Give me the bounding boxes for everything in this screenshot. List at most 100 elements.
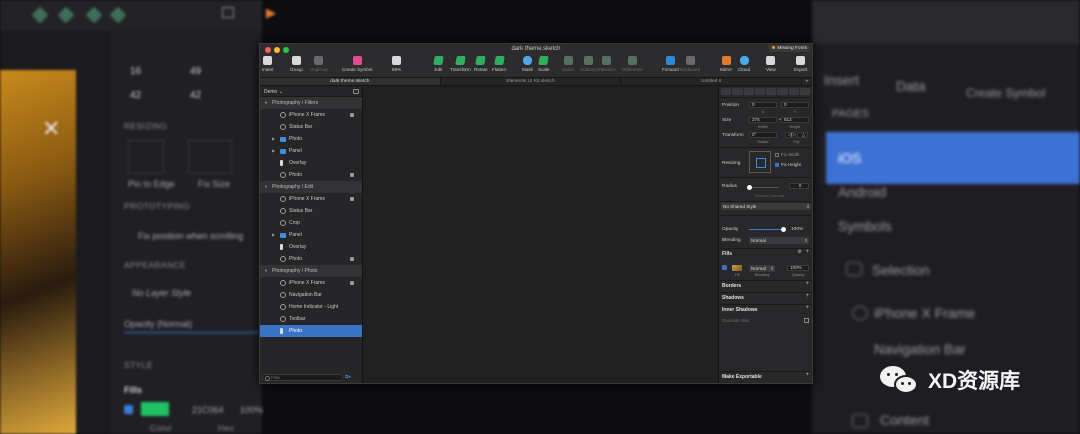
layer-row[interactable]: Navigation Bar	[260, 289, 362, 301]
layer-row[interactable]: Photo	[260, 253, 362, 265]
radius-field[interactable]: 0	[789, 183, 809, 189]
toolbar-export-button[interactable]: Export	[794, 56, 807, 72]
missing-fonts-button[interactable]: Missing Fonts	[769, 45, 810, 52]
align-middle-icon[interactable]	[766, 88, 777, 95]
toolbar-rotate-button[interactable]: Rotate	[474, 56, 488, 72]
position-y-field[interactable]: 0	[781, 102, 809, 108]
align-top-icon[interactable]	[754, 88, 765, 95]
toolbar-edit-button[interactable]: Edit	[433, 56, 444, 72]
add-shadow-button[interactable]: +	[805, 293, 809, 299]
fill-opacity-field[interactable]: 100%	[787, 265, 809, 271]
new-tab-button[interactable]: +	[802, 78, 812, 85]
toolbar-mirror-button[interactable]: Mirror	[720, 56, 732, 72]
layer-row[interactable]: Home Indicator - Light	[260, 301, 362, 313]
page-selector[interactable]: Demo ⌄	[260, 87, 362, 97]
toolbar-scale-button[interactable]: Scale	[538, 56, 550, 72]
align-right-icon[interactable]	[743, 88, 754, 95]
filter-options-icon[interactable]: ⧉⁄▸	[345, 374, 361, 380]
layer-row[interactable]: ▶ Panel	[260, 145, 362, 157]
disclosure-icon[interactable]: ▶	[272, 145, 275, 157]
fill-settings-icon[interactable]: ⚙	[798, 249, 802, 255]
align-left-icon[interactable]	[721, 88, 732, 95]
rotate-field[interactable]: 0°	[749, 132, 777, 138]
add-border-button[interactable]: +	[805, 281, 809, 287]
fill-swatch[interactable]	[732, 265, 742, 271]
position-x-field[interactable]: 0	[749, 102, 777, 108]
toolbar-backward-button[interactable]: Backward	[680, 56, 700, 72]
disclosure-icon[interactable]: ▶	[272, 229, 275, 241]
blending-dropdown[interactable]: Normal	[749, 237, 809, 244]
layer-row[interactable]: Photo	[260, 325, 362, 337]
layer-row[interactable]: iPhone X Frame	[260, 109, 362, 121]
artboard-row[interactable]: ▼ Photography / Photo	[260, 265, 362, 277]
fix-height-checkbox[interactable]	[775, 163, 779, 167]
layer-row[interactable]: Photo	[260, 169, 362, 181]
distribute-v-icon[interactable]	[799, 88, 810, 95]
flip-v-icon[interactable]: △	[797, 132, 808, 138]
layer-row[interactable]: Crop	[260, 217, 362, 229]
artboard-row[interactable]: ▼ Photography / Filters	[260, 97, 362, 109]
align-bottom-icon[interactable]	[777, 88, 788, 95]
lock-icon[interactable]	[350, 113, 354, 117]
disclosure-icon[interactable]: ▶	[272, 133, 275, 145]
toolbar-mask-button[interactable]: Mask	[522, 56, 533, 72]
lock-icon[interactable]	[350, 257, 354, 261]
distribute-h-icon[interactable]	[788, 88, 799, 95]
smooth-corners[interactable]: Smooth Corners	[755, 193, 784, 198]
layer-row[interactable]: iPhone X Frame	[260, 193, 362, 205]
toolbar-subtract-button[interactable]: Subtract	[580, 56, 597, 72]
artboard-row[interactable]: ▼ Photography / Edit	[260, 181, 362, 193]
toolbar-flatten-button[interactable]: Flatten	[492, 56, 506, 72]
disclosure-icon[interactable]: ▼	[264, 181, 268, 193]
layer-list: ▼ Photography / Filters iPhone X Frame Stat…	[260, 97, 362, 337]
layer-row[interactable]: Overlay	[260, 157, 362, 169]
toolbar-group-button[interactable]: Group	[290, 56, 303, 72]
toolbar-intersect-button[interactable]: Intersect	[598, 56, 616, 72]
canvas[interactable]	[364, 87, 717, 383]
toolbar-cloud-button[interactable]: Cloud	[738, 56, 750, 72]
layer-row[interactable]: Toolbar	[260, 313, 362, 325]
fix-width-checkbox[interactable]	[775, 153, 779, 157]
layer-row[interactable]: ▶ Photo	[260, 133, 362, 145]
lock-icon[interactable]	[350, 173, 354, 177]
resizing-control[interactable]	[749, 151, 771, 173]
lock-icon[interactable]	[350, 281, 354, 285]
layer-row[interactable]: iPhone X Frame	[260, 277, 362, 289]
disclosure-icon[interactable]: ▼	[264, 97, 268, 109]
toolbar-symbol-button[interactable]: Create Symbol	[342, 56, 372, 72]
toolbar-transform-button[interactable]: Transform	[450, 56, 471, 72]
toolbar-difference-button[interactable]: Difference	[622, 56, 643, 72]
layer-row[interactable]: Status Bar	[260, 205, 362, 217]
fill-checkbox[interactable]	[722, 265, 727, 270]
lock-icon[interactable]	[350, 197, 354, 201]
layer-row[interactable]: ▶ Panel	[260, 229, 362, 241]
toolbar-view-button[interactable]: View	[766, 56, 776, 72]
radius-slider[interactable]	[747, 185, 779, 190]
document-tab[interactable]: dark theme.sketch	[260, 78, 441, 85]
add-export-button[interactable]: +	[805, 372, 809, 378]
opacity-slider[interactable]	[749, 227, 786, 232]
toolbar-forward-button[interactable]: Forward	[662, 56, 679, 72]
height-field[interactable]: 812	[781, 117, 809, 123]
toolbar-ungroup-button[interactable]: Ungroup	[310, 56, 328, 72]
pages-toggle-icon[interactable]	[353, 89, 359, 94]
toolbar-zoom-button[interactable]: 59%	[392, 56, 401, 72]
align-center-icon[interactable]	[732, 88, 743, 95]
flip-h-icon[interactable]: ◁▷	[785, 132, 796, 138]
layer-row[interactable]: Status Bar	[260, 121, 362, 133]
fill-blending-dropdown[interactable]: Normal	[749, 265, 775, 272]
layer-row[interactable]: Overlay	[260, 241, 362, 253]
document-tab[interactable]: Elements UI Kit.sketch	[441, 78, 622, 85]
blur-checkbox[interactable]	[804, 318, 809, 323]
add-fill-button[interactable]: +	[805, 249, 809, 255]
opacity-value[interactable]: 100%	[791, 227, 803, 232]
filter-input[interactable]: Filter	[262, 373, 343, 381]
document-tab[interactable]: Untitled 6	[621, 78, 803, 85]
gaussian-blur[interactable]: Gaussian Blur	[722, 318, 750, 323]
width-field[interactable]: 375	[749, 117, 777, 123]
toolbar-union-button[interactable]: Union	[562, 56, 574, 72]
toolbar-plus-button[interactable]: Insert	[262, 56, 274, 72]
shared-style-dropdown[interactable]: No Shared Style	[721, 203, 811, 210]
disclosure-icon[interactable]: ▼	[264, 265, 268, 277]
add-inner-shadow-button[interactable]: +	[805, 305, 809, 311]
